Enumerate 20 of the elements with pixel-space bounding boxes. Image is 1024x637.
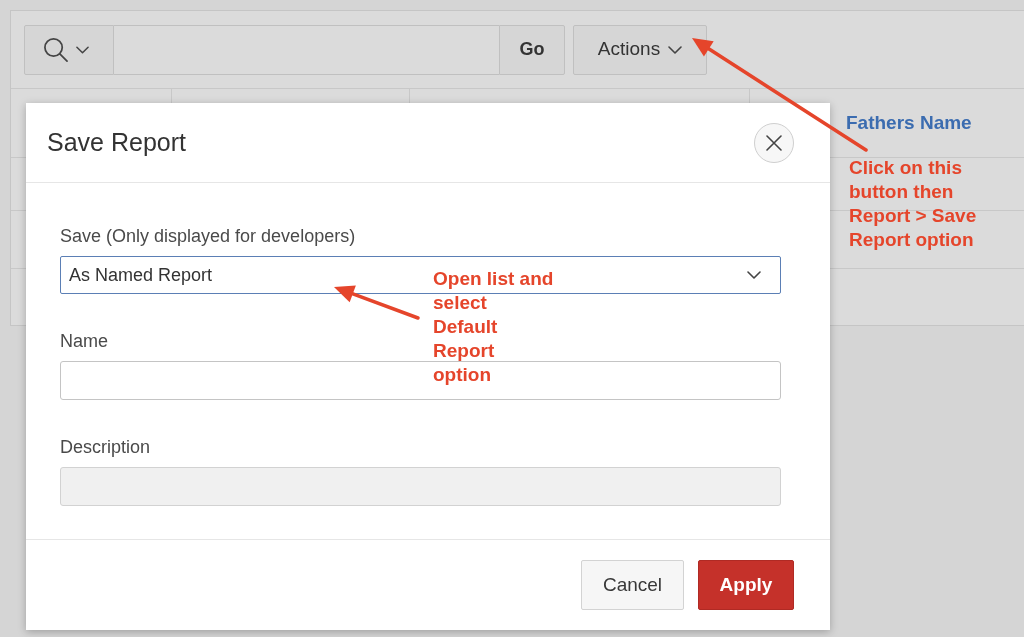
chevron-down-icon [747,271,761,279]
dialog-title: Save Report [47,126,186,158]
close-button[interactable] [754,122,794,163]
text-field[interactable] [60,361,781,400]
field-label: Description [60,436,151,458]
select-value: As Named Report [69,263,213,287]
annotation-text: Click on this button then Report > Save Report option [849,156,977,252]
apply-button[interactable]: Apply [698,560,794,610]
column-header[interactable]: Fathers Name [846,108,972,138]
field-label: Name [60,330,108,352]
search-field[interactable] [114,24,499,75]
search-icon [43,37,68,62]
go-button[interactable]: Go [499,24,565,75]
cancel-button[interactable]: Cancel [581,560,684,610]
field-label: Save (Only displayed for developers) [60,225,356,247]
chevron-down-icon [76,45,89,54]
actions-button[interactable]: Actions [573,24,707,75]
close-icon [766,134,782,151]
search-menu-button[interactable] [24,24,114,75]
chevron-down-icon [668,45,683,54]
